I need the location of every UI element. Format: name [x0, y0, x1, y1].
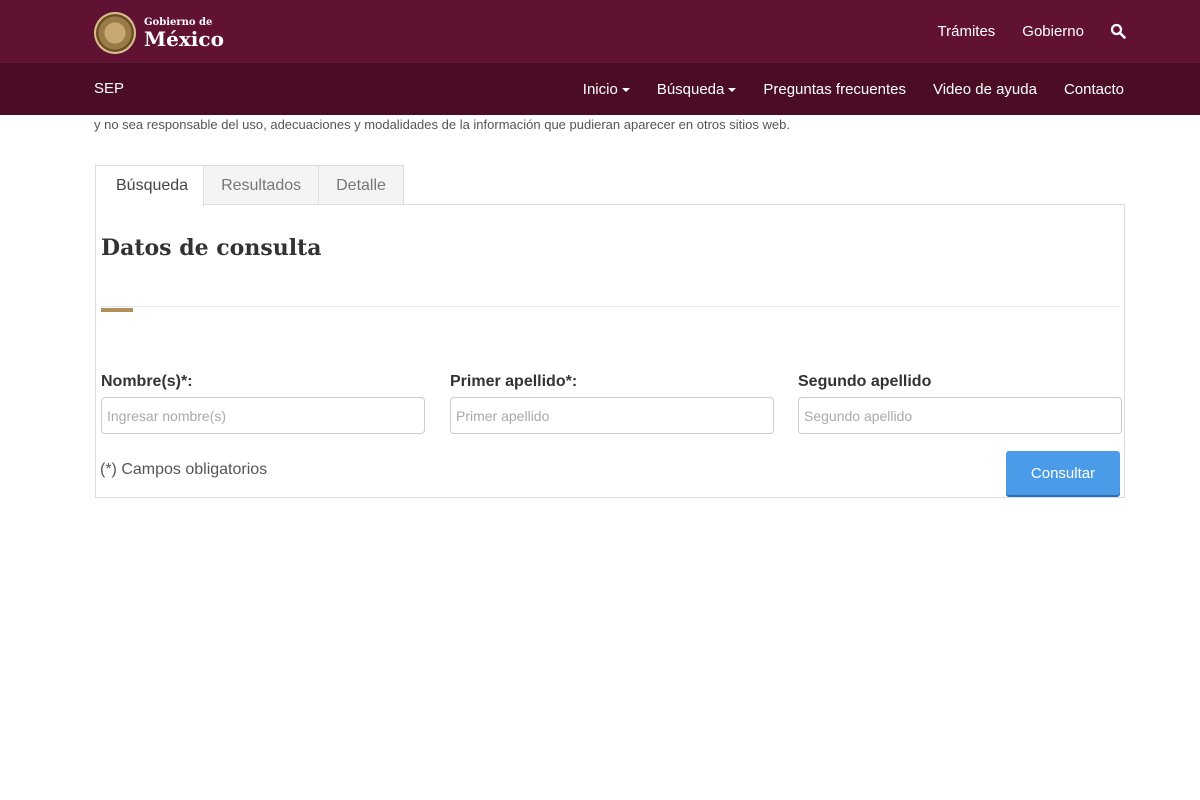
segundo-apellido-label: Segundo apellido [798, 373, 932, 390]
sep-brand[interactable]: SEP [94, 63, 124, 115]
logo-small-text: Gobierno de [144, 16, 213, 28]
nav-video-ayuda[interactable]: Video de ayuda [933, 81, 1037, 98]
mexico-seal-icon [94, 12, 136, 54]
intro-text: y no sea responsable del uso, adecuacion… [94, 117, 790, 132]
nav-busqueda[interactable]: Búsqueda [657, 81, 737, 98]
primer-apellido-label: Primer apellido*: [450, 373, 578, 390]
nav-tramites[interactable]: Trámites [938, 23, 996, 40]
title-divider [101, 306, 1120, 307]
search-icon[interactable] [1110, 23, 1126, 39]
nombre-input[interactable] [101, 397, 425, 434]
nav-contacto[interactable]: Contacto [1064, 81, 1124, 98]
segundo-apellido-field-group: Segundo apellido [798, 373, 1122, 434]
tab-bar: Búsqueda Resultados Detalle [95, 165, 404, 206]
top-nav: Trámites Gobierno [938, 0, 1085, 62]
consultar-button[interactable]: Consultar [1006, 451, 1120, 495]
nombre-field-group: Nombre(s)*: [101, 373, 425, 434]
panel-title: Datos de consulta [101, 235, 322, 261]
top-header: Gobierno de México Trámites Gobierno [0, 0, 1200, 62]
tab-resultados[interactable]: Resultados [203, 165, 320, 204]
nombre-label: Nombre(s)*: [101, 373, 193, 390]
title-accent-bar [101, 308, 133, 312]
nav-gobierno[interactable]: Gobierno [1022, 23, 1084, 40]
nav-inicio[interactable]: Inicio [583, 81, 630, 98]
tab-busqueda[interactable]: Búsqueda [95, 165, 205, 206]
tab-detalle[interactable]: Detalle [318, 165, 404, 204]
required-fields-note: (*) Campos obligatorios [100, 461, 268, 478]
primer-apellido-field-group: Primer apellido*: [450, 373, 774, 434]
search-panel: Datos de consulta Nombre(s)*: Primer ape… [95, 204, 1125, 498]
primer-apellido-input[interactable] [450, 397, 774, 434]
caret-down-icon [728, 87, 737, 92]
secondary-nav: Inicio Búsqueda Preguntas frecuentes Vid… [583, 63, 1124, 115]
segundo-apellido-input[interactable] [798, 397, 1122, 434]
caret-down-icon [621, 87, 630, 92]
nav-preguntas-frecuentes[interactable]: Preguntas frecuentes [763, 81, 906, 98]
logo-big-text: México [144, 26, 224, 51]
gobierno-logo[interactable]: Gobierno de México [94, 12, 224, 54]
secondary-nav-bar: SEP Inicio Búsqueda Preguntas frecuentes… [0, 62, 1200, 115]
